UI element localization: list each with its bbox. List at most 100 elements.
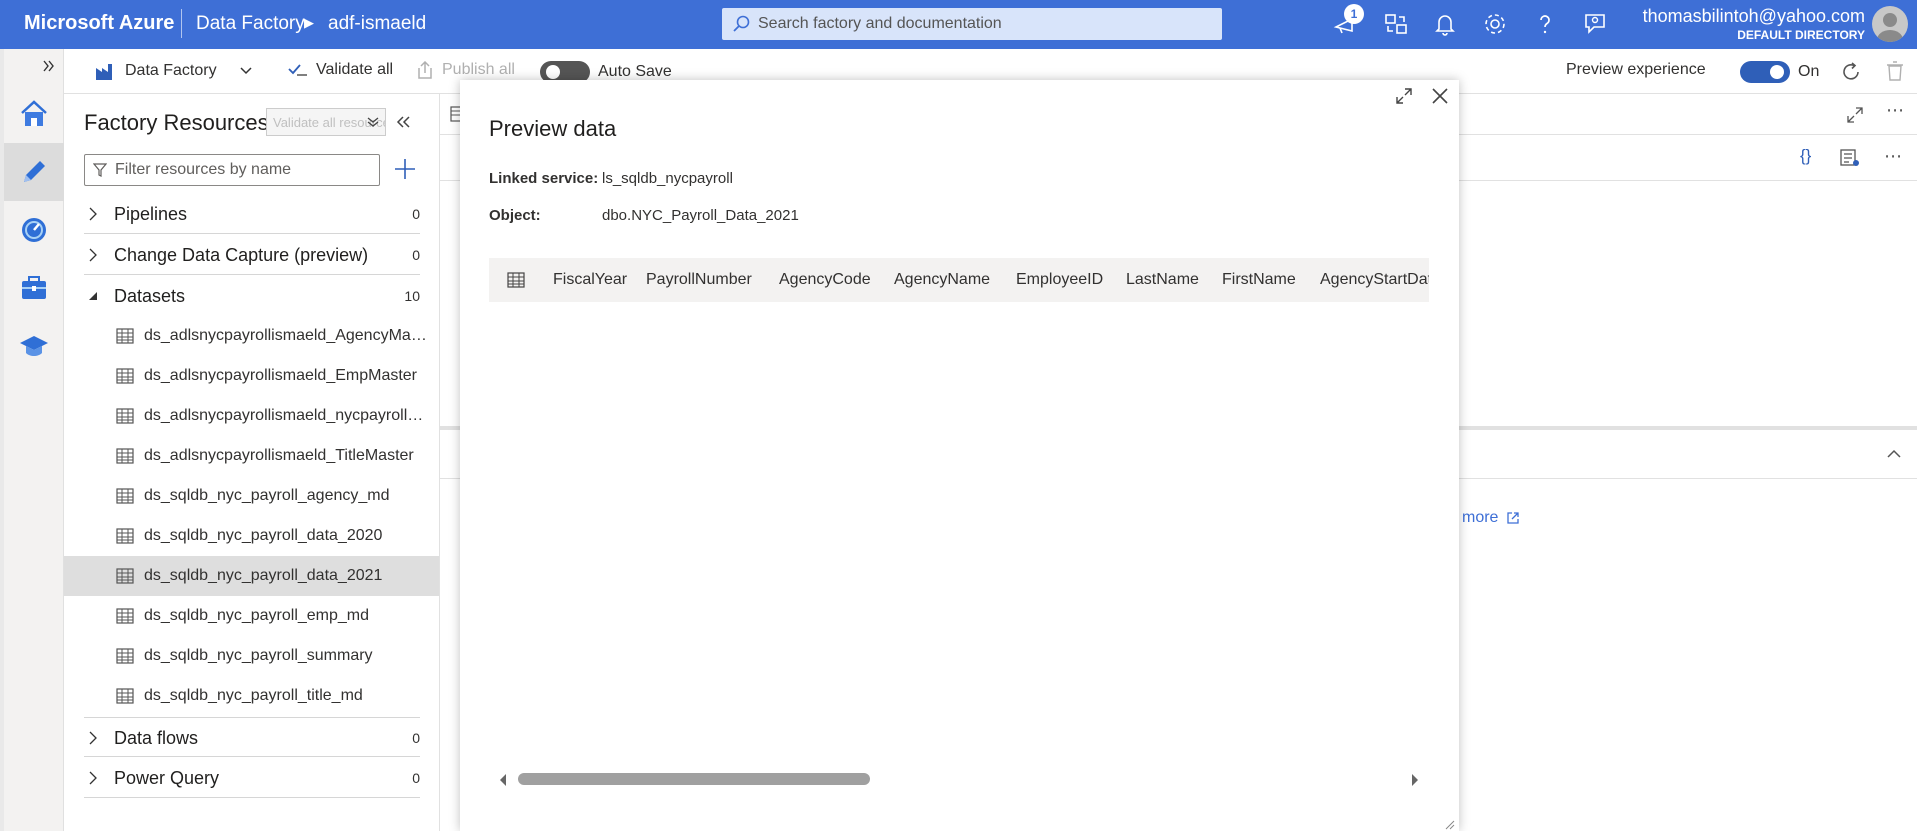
nav-monitor[interactable] — [4, 201, 64, 259]
breadcrumb-data-factory[interactable]: Data Factory — [196, 13, 305, 35]
directory-switch-icon[interactable] — [1383, 11, 1409, 37]
dataset-label: ds_sqldb_nyc_payroll_data_2021 — [144, 567, 383, 584]
close-icon[interactable] — [1430, 86, 1450, 106]
preview-switch[interactable] — [1740, 61, 1790, 83]
search-icon — [733, 15, 750, 32]
breadcrumb-factory-name[interactable]: adf-ismaeld — [328, 13, 426, 35]
group-count: 0 — [412, 247, 420, 263]
refresh-icon[interactable] — [1840, 61, 1862, 83]
nav-manage[interactable] — [4, 259, 64, 317]
expand-nav-icon[interactable] — [42, 59, 56, 73]
group-label: Datasets — [114, 286, 186, 306]
gear-icon[interactable] — [1482, 11, 1508, 37]
column-header[interactable]: EmployeeID — [1016, 271, 1103, 289]
more-options-icon[interactable]: ⋯ — [1886, 100, 1904, 121]
expand-dialog-icon[interactable] — [1394, 86, 1414, 106]
group-pipelines[interactable]: Pipelines 0 — [84, 194, 420, 234]
preview-experience-toggle[interactable]: On — [1740, 61, 1819, 83]
table-icon — [116, 568, 134, 584]
table-icon — [116, 648, 134, 664]
column-header[interactable]: PayrollNumber — [646, 271, 752, 289]
group-label: Pipelines — [114, 204, 188, 224]
pencil-icon — [24, 161, 45, 182]
column-header[interactable]: FirstName — [1222, 271, 1296, 289]
dataset-item[interactable]: ds_sqldb_nyc_payroll_agency_md — [64, 476, 439, 516]
avatar[interactable] — [1872, 6, 1908, 42]
group-data-flows[interactable]: Data flows 0 — [84, 717, 420, 757]
discard-icon[interactable] — [1886, 61, 1904, 81]
help-icon[interactable] — [1532, 11, 1558, 37]
nav-learning[interactable] — [4, 317, 64, 375]
account-info[interactable]: thomasbilintoh@yahoo.com DEFAULT DIRECTO… — [1643, 6, 1865, 42]
linked-service-value: ls_sqldb_nycpayroll — [602, 170, 733, 187]
nav-author[interactable] — [4, 143, 64, 201]
azure-brand[interactable]: Microsoft Azure — [24, 12, 174, 35]
dataset-label: ds_sqldb_nyc_payroll_emp_md — [144, 607, 370, 624]
factory-selector[interactable]: Data Factory — [95, 61, 253, 81]
add-resource-button[interactable] — [390, 154, 420, 184]
group-count: 0 — [412, 730, 420, 746]
dataset-item[interactable]: ds_sqldb_nyc_payroll_data_2020 — [64, 516, 439, 556]
scroll-left-icon[interactable] — [498, 773, 508, 787]
external-link-icon — [1507, 512, 1520, 524]
scroll-right-icon[interactable] — [1410, 773, 1420, 787]
avatar-person-icon — [1877, 13, 1903, 42]
object-row: Object: dbo.NYC_Payroll_Data_2021 — [489, 207, 799, 224]
dataset-item[interactable]: ds_adlsnycpayrollismaeld_AgencyMaster — [64, 316, 439, 356]
table-icon — [116, 608, 134, 624]
dataset-item[interactable]: ds_sqldb_nyc_payroll_summary — [64, 636, 439, 676]
column-header[interactable]: AgencyName — [894, 271, 990, 289]
code-braces-icon[interactable]: {} — [1800, 146, 1811, 166]
chevron-up-icon[interactable] — [1886, 448, 1902, 460]
object-value: dbo.NYC_Payroll_Data_2021 — [602, 207, 799, 224]
filter-input[interactable] — [115, 160, 370, 180]
column-header[interactable]: FiscalYear — [553, 271, 627, 289]
dataset-item[interactable]: ds_adlsnycpayrollismaeld_EmpMaster — [64, 356, 439, 396]
table-icon — [116, 328, 134, 344]
column-header[interactable]: AgencyCode — [779, 271, 871, 289]
dataset-item-selected[interactable]: ds_sqldb_nyc_payroll_data_2021 — [64, 556, 439, 596]
factory-label: Data Factory — [125, 62, 217, 79]
filter-box[interactable] — [84, 154, 380, 186]
expand-all-icon[interactable] — [366, 116, 380, 128]
column-header[interactable]: AgencyStartDate — [1320, 271, 1429, 289]
group-count: 10 — [404, 288, 420, 304]
user-email: thomasbilintoh@yahoo.com — [1642, 6, 1865, 26]
home-icon — [21, 100, 47, 126]
notification-badge: 1 — [1344, 4, 1364, 24]
more-options-icon[interactable]: ⋯ — [1884, 146, 1902, 167]
upload-icon — [418, 61, 432, 79]
maximize-icon[interactable] — [1846, 106, 1864, 124]
dataset-item[interactable]: ds_sqldb_nyc_payroll_emp_md — [64, 596, 439, 636]
validate-all-button[interactable]: Validate all — [288, 61, 393, 79]
dataset-item[interactable]: ds_adlsnycpayrollismaeld_TitleMaster — [64, 436, 439, 476]
search-box[interactable] — [722, 8, 1222, 40]
group-datasets[interactable]: Datasets 10 — [84, 276, 420, 316]
search-input[interactable] — [758, 12, 1208, 36]
column-header[interactable]: LastName — [1126, 271, 1199, 289]
learn-more-link[interactable]: more — [1462, 509, 1520, 527]
nav-home[interactable] — [4, 85, 64, 143]
auto-save-label: Auto Save — [598, 63, 672, 80]
dataset-label: ds_adlsnycpayrollismaeld_TitleMaster — [144, 447, 414, 464]
graduation-cap-icon — [20, 336, 48, 356]
bell-icon[interactable] — [1432, 11, 1458, 37]
group-power-query[interactable]: Power Query 0 — [84, 758, 420, 798]
resize-grip-icon[interactable] — [1444, 820, 1456, 830]
horizontal-scrollbar-thumb[interactable] — [518, 773, 870, 785]
feedback-icon[interactable] — [1582, 11, 1608, 37]
caret-right-icon — [89, 248, 97, 262]
publish-all-label: Publish all — [442, 61, 515, 78]
collapse-panel-icon[interactable] — [395, 114, 411, 130]
brand-divider — [181, 9, 182, 38]
publish-all-button[interactable]: Publish all — [416, 61, 515, 79]
factory-icon — [96, 64, 112, 80]
dataset-item[interactable]: ds_adlsnycpayrollismaeld_nycpayroll2021 — [64, 396, 439, 436]
properties-icon[interactable] — [1840, 148, 1860, 168]
dataset-item[interactable]: ds_sqldb_nyc_payroll_title_md — [64, 676, 439, 716]
group-change-data-capture[interactable]: Change Data Capture (preview) 0 — [84, 235, 420, 275]
caret-right-icon — [89, 207, 97, 221]
factory-resources-panel: Factory Resources Validate all resources… — [64, 94, 440, 831]
linked-service-label: Linked service: — [489, 170, 599, 187]
caret-down-icon — [89, 292, 97, 300]
